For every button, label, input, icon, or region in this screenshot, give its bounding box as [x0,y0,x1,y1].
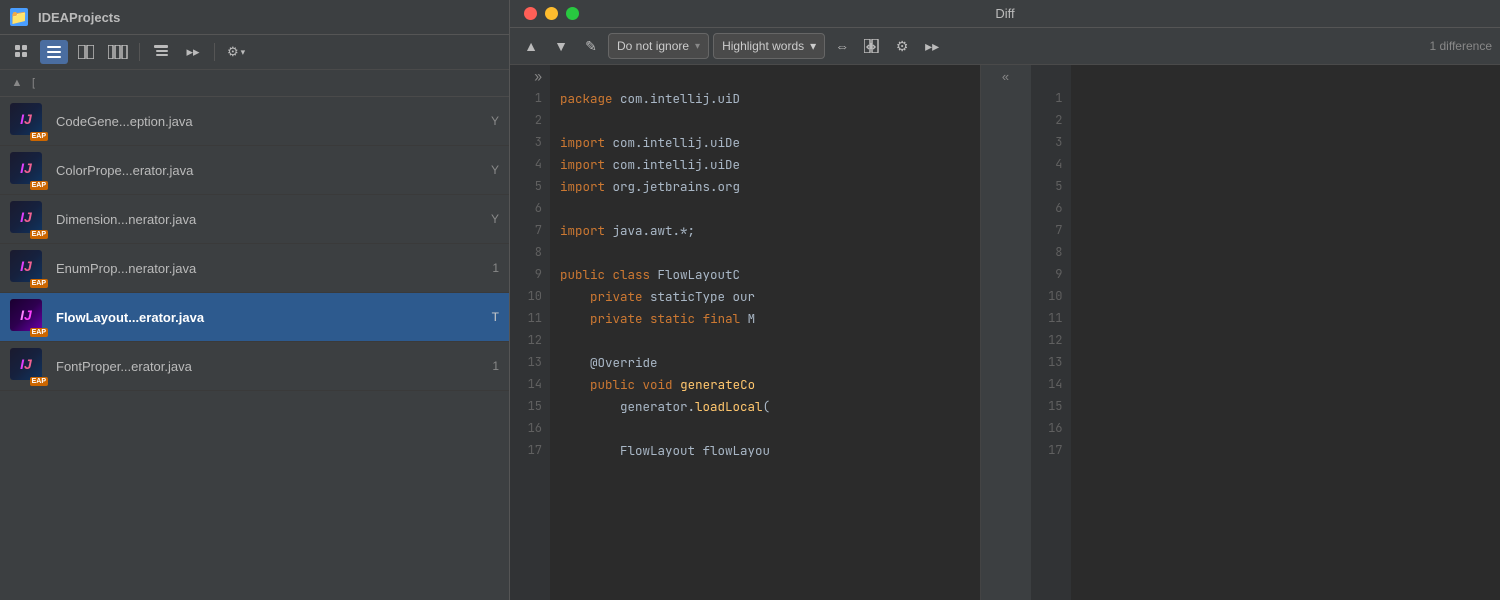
diff-title-bar: Diff [510,0,1500,28]
ignore-chevron-icon: ▾ [695,41,700,52]
file-name: CodeGene...eption.java [56,114,483,129]
file-item-selected[interactable]: IJ EAP FlowLayout...erator.java T [0,293,509,342]
sort-arrow-button[interactable]: ▲ [8,74,26,92]
diff-title: Diff [995,6,1014,21]
project-title: IDEAProjects [38,10,499,25]
file-badge: Y [491,114,499,128]
left-toolbar: ▸▸ ⚙ ▾ [0,35,509,70]
file-icon: IJ EAP [10,250,46,286]
file-badge: 1 [492,359,499,373]
highlight-chevron-icon: ▾ [810,39,816,53]
diff-toolbar: ▲ ▼ ✎ Do not ignore ▾ Highlight words ▾ … [510,28,1500,65]
diff-sidebyside-button[interactable] [859,34,885,58]
traffic-lights [524,7,579,20]
diff-middle-panel: « [981,65,1031,600]
view-chevron-button[interactable]: ▸▸ [179,40,207,64]
file-item[interactable]: IJ EAP FontProper...erator.java 1 [0,342,509,391]
left-panel-header: IDEAProjects [0,0,509,35]
folder-icon [10,8,28,26]
file-badge: Y [491,163,499,177]
file-list-col-label: [ [32,77,35,89]
file-badge: T [492,310,499,324]
file-item[interactable]: IJ EAP ColorPrope...erator.java Y [0,146,509,195]
diff-collapse-button[interactable]: ⇔ [829,34,855,58]
file-name: FontProper...erator.java [56,359,484,374]
file-icon: IJ EAP [10,152,46,188]
view-compact-button[interactable] [72,40,100,64]
diff-count-label: 1 difference [1430,39,1493,53]
diff-settings-button[interactable]: ⚙ [889,34,915,58]
collapse-left-icon[interactable]: « [1002,69,1009,84]
highlight-mode-label: Highlight words [722,39,804,53]
file-name: ColorPrope...erator.java [56,163,483,178]
view-list-button[interactable] [40,40,68,64]
ignore-whitespace-label: Do not ignore [617,39,689,53]
file-name: Dimension...nerator.java [56,212,483,227]
traffic-light-red[interactable] [524,7,537,20]
diff-panel: Diff ▲ ▼ ✎ Do not ignore ▾ Highlight wor… [510,0,1500,600]
file-name: EnumProp...nerator.java [56,261,484,276]
diff-more-button[interactable]: ▸▸ [919,34,945,58]
diff-next-button[interactable]: ▼ [548,34,574,58]
left-code-lines: package com.intellij.uiD import com.inte… [550,65,980,600]
file-list-header: ▲ [ [0,70,509,97]
left-panel: IDEAProjects [0,0,510,600]
file-icon: IJ EAP [10,201,46,237]
file-icon: IJ EAP [10,103,46,139]
file-badge: 1 [492,261,499,275]
traffic-light-green[interactable] [566,7,579,20]
diff-edit-button[interactable]: ✎ [578,34,604,58]
diff-left-code: » 1 2 3 4 5 6 7 8 9 10 11 12 13 14 15 16 [510,65,981,600]
diff-prev-button[interactable]: ▲ [518,34,544,58]
settings-gear-button[interactable]: ⚙ ▾ [222,40,250,64]
toolbar-separator-2 [214,43,215,61]
right-code-lines [1071,65,1500,600]
file-icon: IJ EAP [10,348,46,384]
file-icon: IJ EAP [10,299,46,335]
view-grouped-button[interactable] [147,40,175,64]
expand-left-icon[interactable]: » [510,65,550,87]
right-line-numbers: 1 2 3 4 5 6 7 8 9 10 11 12 13 14 15 16 1 [1031,65,1071,600]
diff-right-code: 1 2 3 4 5 6 7 8 9 10 11 12 13 14 15 16 1 [1031,65,1500,600]
file-list: IJ EAP CodeGene...eption.java Y IJ EAP C… [0,97,509,600]
left-line-numbers: » 1 2 3 4 5 6 7 8 9 10 11 12 13 14 15 16 [510,65,550,600]
ignore-whitespace-dropdown[interactable]: Do not ignore ▾ [608,33,709,59]
file-item[interactable]: IJ EAP EnumProp...nerator.java 1 [0,244,509,293]
diff-content: » 1 2 3 4 5 6 7 8 9 10 11 12 13 14 15 16 [510,65,1500,600]
traffic-light-yellow[interactable] [545,7,558,20]
toolbar-separator-1 [139,43,140,61]
file-item[interactable]: IJ EAP CodeGene...eption.java Y [0,97,509,146]
view-split-button[interactable] [104,40,132,64]
view-grid-button[interactable] [8,40,36,64]
file-badge: Y [491,212,499,226]
file-item[interactable]: IJ EAP Dimension...nerator.java Y [0,195,509,244]
file-name: FlowLayout...erator.java [56,310,484,325]
highlight-mode-dropdown[interactable]: Highlight words ▾ [713,33,825,59]
